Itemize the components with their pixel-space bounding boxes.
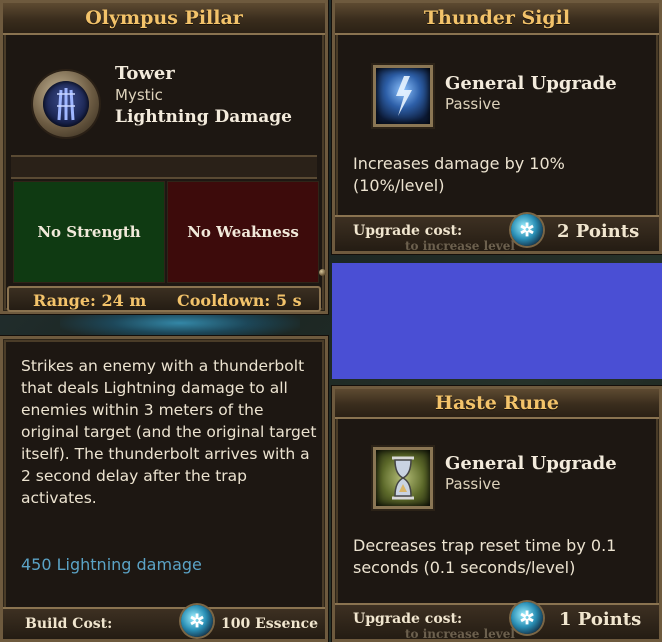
thunder-sigil-icon (373, 65, 433, 127)
weakness-label: No Weakness (187, 223, 299, 241)
haste-rune-card: Haste Rune General Upgrade Passive Decre… (332, 386, 662, 642)
tower-school: Mystic (115, 86, 163, 104)
blue-overlay-block (332, 263, 662, 379)
build-cost-label: Build Cost: (25, 616, 113, 632)
range-cooldown-bar: Range: 24 m Cooldown: 5 s (7, 286, 321, 312)
frame-bolt (319, 269, 326, 276)
skill-point-gem-icon: ✲ (511, 602, 543, 634)
upgrade-2-hidden-hint: to increase level (405, 627, 515, 641)
section-divider (11, 155, 317, 179)
strength-box: No Strength (13, 181, 165, 283)
damage-stat: 450 Lightning damage (21, 555, 202, 574)
weakness-box: No Weakness (167, 181, 319, 283)
upgrade-1-cost-value: 2 Points (557, 221, 640, 242)
skill-point-gem-icon: ✲ (511, 214, 543, 246)
thunder-sigil-card: Thunder Sigil General Upgrade Passive In… (332, 0, 662, 254)
lightning-pillar-icon (43, 81, 89, 127)
upgrade-1-cost-bar[interactable]: Upgrade cost: to increase level ✲ 2 Poin… (335, 214, 659, 253)
tower-title: Olympus Pillar (3, 3, 325, 35)
upgrade-1-title: Thunder Sigil (335, 3, 659, 35)
tower-icon-frame (33, 71, 99, 137)
upgrade-1-cost-label: Upgrade cost: (353, 223, 463, 239)
upgrade-1-description: Increases damage by 10% (10%/level) (353, 154, 565, 195)
upgrade-2-cost-label: Upgrade cost: (353, 611, 463, 627)
build-cost-bar: Build Cost: ✲ 100 Essence (3, 605, 325, 639)
tower-card: Olympus Pillar Tower Mystic Lightning Da… (0, 0, 328, 314)
range-label: Range: 24 m (33, 291, 147, 310)
upgrade-2-title: Haste Rune (335, 389, 659, 419)
tower-type: Tower (115, 63, 175, 84)
upgrade-2-cost-value: 1 Points (559, 609, 642, 630)
description-panel: Strikes an enemy with a thunderbolt that… (0, 336, 328, 642)
upgrade-1-category: General Upgrade (445, 73, 617, 94)
hourglass-rune-icon (373, 447, 433, 509)
upgrade-2-category: General Upgrade (445, 453, 617, 474)
essence-gem-icon: ✲ (181, 605, 213, 637)
upgrade-1-hidden-hint: to increase level (405, 239, 515, 253)
upgrade-2-description: Decreases trap reset time by 0.1 seconds… (353, 536, 617, 577)
tower-description: Strikes an enemy with a thunderbolt that… (21, 357, 317, 507)
cooldown-label: Cooldown: 5 s (177, 291, 302, 310)
tower-damage-type: Lightning Damage (115, 107, 292, 127)
upgrade-1-kind: Passive (445, 95, 501, 113)
upgrade-2-cost-bar[interactable]: Upgrade cost: to increase level ✲ 1 Poin… (335, 602, 659, 641)
build-cost-value: 100 Essence (221, 616, 319, 632)
upgrade-2-kind: Passive (445, 475, 501, 493)
strength-label: No Strength (37, 223, 141, 241)
